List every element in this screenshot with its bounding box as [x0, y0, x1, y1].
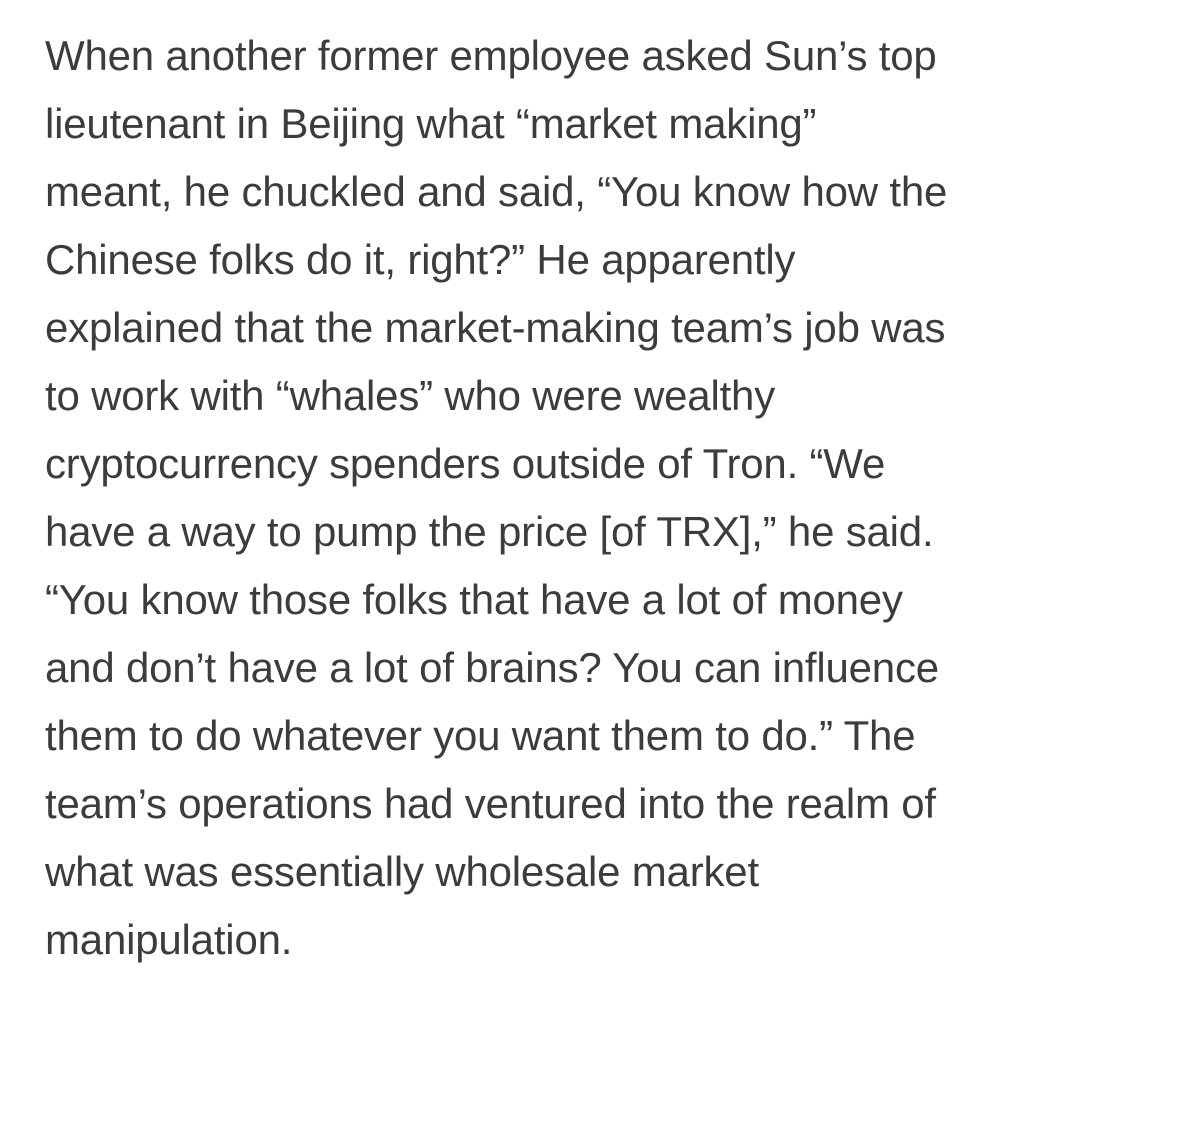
article-paragraph: When another former employee asked Sun’s… [45, 22, 1175, 974]
paragraph-line-9: “You know those folks that have a lot of… [45, 576, 903, 623]
paragraph-line-13: what was essentially wholesale market [45, 848, 759, 895]
paragraph-line-4: Chinese folks do it, right?” He apparent… [45, 236, 796, 283]
paragraph-line-1: When another former employee asked Sun’s… [45, 32, 937, 79]
paragraph-line-2: lieutenant in Beijing what “market makin… [45, 100, 817, 147]
paragraph-line-3: meant, he chuckled and said, “You know h… [45, 168, 948, 215]
paragraph-line-11: them to do whatever you want them to do.… [45, 712, 916, 759]
paragraph-line-7: cryptocurrency spenders outside of Tron.… [45, 440, 886, 487]
paragraph-line-5: explained that the market-making team’s … [45, 304, 946, 351]
paragraph-line-14: manipulation. [45, 916, 293, 963]
paragraph-line-6: to work with “whales” who were wealthy [45, 372, 776, 419]
paragraph-line-8: have a way to pump the price [of TRX],” … [45, 508, 934, 555]
paragraph-line-10: and don’t have a lot of brains? You can … [45, 644, 939, 691]
paragraph-line-12: team’s operations had ventured into the … [45, 780, 936, 827]
